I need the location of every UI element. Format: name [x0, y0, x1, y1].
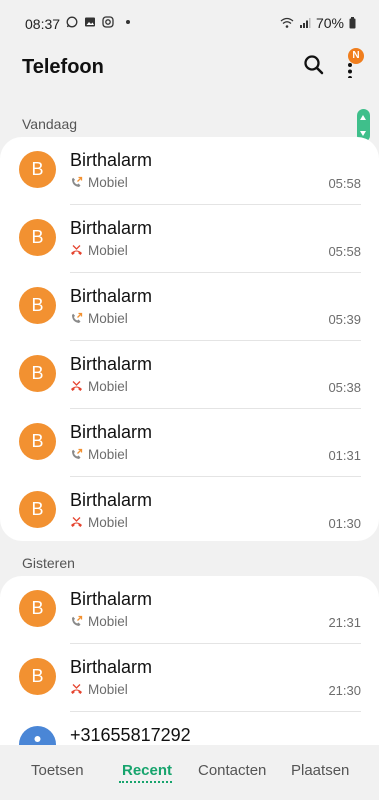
- call-info: Mobiel: [70, 379, 128, 394]
- signal-icon: [299, 18, 311, 28]
- outgoing-call-icon: [72, 615, 83, 626]
- avatar[interactable]: B: [19, 658, 56, 695]
- section-label-today: Vandaag: [22, 116, 78, 132]
- call-type: Mobiel: [88, 447, 128, 462]
- avatar[interactable]: B: [19, 219, 56, 256]
- contact-name: Birthalarm: [70, 286, 153, 306]
- call-info: Mobiel: [70, 614, 128, 629]
- call-log-card-today: B Birthalarm Mobiel 05:58 B Birthalarm M…: [0, 137, 379, 541]
- call-info: Mobiel: [70, 243, 128, 258]
- call-info: Mobiel: [70, 311, 128, 326]
- status-right: 70%: [280, 15, 356, 31]
- call-type: Mobiel: [88, 614, 128, 629]
- avatar[interactable]: B: [19, 287, 56, 324]
- contact-name: Birthalarm: [70, 150, 153, 170]
- active-tab-indicator: [119, 781, 172, 783]
- call-time: 05:58: [328, 244, 361, 259]
- missed-call-icon: [71, 684, 82, 694]
- call-time: 01:31: [328, 448, 361, 463]
- call-row[interactable]: B Birthalarm Mobiel 21:30: [0, 644, 379, 712]
- whatsapp-icon: [66, 16, 78, 28]
- call-time: 21:30: [328, 683, 361, 698]
- call-row[interactable]: B Birthalarm Mobiel 05:39: [0, 273, 379, 341]
- tab-places[interactable]: Plaatsen: [291, 762, 349, 779]
- call-info: Mobiel: [70, 447, 128, 462]
- status-bar: 08:37 70%: [0, 0, 379, 46]
- call-time: 05:58: [328, 176, 361, 191]
- call-type: Mobiel: [88, 311, 128, 326]
- instagram-icon: [102, 16, 114, 28]
- tab-contacts[interactable]: Contacten: [198, 762, 266, 779]
- call-type: Mobiel: [88, 682, 128, 697]
- avatar[interactable]: B: [19, 151, 56, 188]
- call-type: Mobiel: [88, 175, 128, 190]
- wifi-calling-icon: [280, 17, 294, 28]
- call-time: 01:30: [328, 516, 361, 531]
- call-time: 05:39: [328, 312, 361, 327]
- call-row[interactable]: B Birthalarm Mobiel 01:30: [0, 477, 379, 545]
- missed-call-icon: [71, 381, 82, 391]
- page-title: Telefoon: [22, 56, 104, 78]
- avatar[interactable]: B: [19, 491, 56, 528]
- call-row[interactable]: B Birthalarm Mobiel 05:38: [0, 341, 379, 409]
- more-notifications-dot: [126, 20, 130, 24]
- avatar[interactable]: B: [19, 423, 56, 460]
- app-bar: Telefoon: [0, 46, 379, 106]
- contact-name: Birthalarm: [70, 589, 153, 609]
- contact-name: Birthalarm: [70, 218, 153, 238]
- notification-icons: [66, 16, 130, 28]
- battery-percent: 70%: [315, 15, 344, 31]
- call-type: Mobiel: [88, 243, 128, 258]
- contact-name: +31655817292: [70, 725, 191, 745]
- avatar[interactable]: B: [19, 590, 56, 627]
- call-row[interactable]: B Birthalarm Mobiel 05:58: [0, 205, 379, 273]
- contact-name: Birthalarm: [70, 657, 153, 677]
- outgoing-call-icon: [72, 448, 83, 459]
- call-row[interactable]: B Birthalarm Mobiel 05:58: [0, 137, 379, 205]
- outgoing-call-icon: [72, 176, 83, 187]
- call-time: 21:31: [328, 615, 361, 630]
- call-row[interactable]: B Birthalarm Mobiel 01:31: [0, 409, 379, 477]
- bottom-nav: Toetsen Recent Contacten Plaatsen: [0, 745, 379, 800]
- gallery-icon: [85, 17, 95, 27]
- call-type: Mobiel: [88, 515, 128, 530]
- call-info: Mobiel: [70, 515, 128, 530]
- tab-keypad[interactable]: Toetsen: [31, 762, 84, 779]
- call-info: Mobiel: [70, 175, 128, 190]
- missed-call-icon: [71, 517, 82, 527]
- search-icon[interactable]: [301, 52, 327, 78]
- section-label-yesterday: Gisteren: [22, 555, 75, 571]
- contact-name: Birthalarm: [70, 422, 153, 442]
- contact-name: Birthalarm: [70, 354, 153, 374]
- missed-call-icon: [71, 245, 82, 255]
- status-time: 08:37: [25, 16, 61, 32]
- notification-badge: N: [348, 48, 364, 64]
- tab-recent[interactable]: Recent: [122, 762, 172, 779]
- call-type: Mobiel: [88, 379, 128, 394]
- avatar[interactable]: B: [19, 355, 56, 392]
- call-info: Mobiel: [70, 682, 128, 697]
- battery-icon: [349, 17, 356, 29]
- contact-name: Birthalarm: [70, 490, 153, 510]
- call-row[interactable]: B Birthalarm Mobiel 21:31: [0, 576, 379, 644]
- outgoing-call-icon: [72, 312, 83, 323]
- call-time: 05:38: [328, 380, 361, 395]
